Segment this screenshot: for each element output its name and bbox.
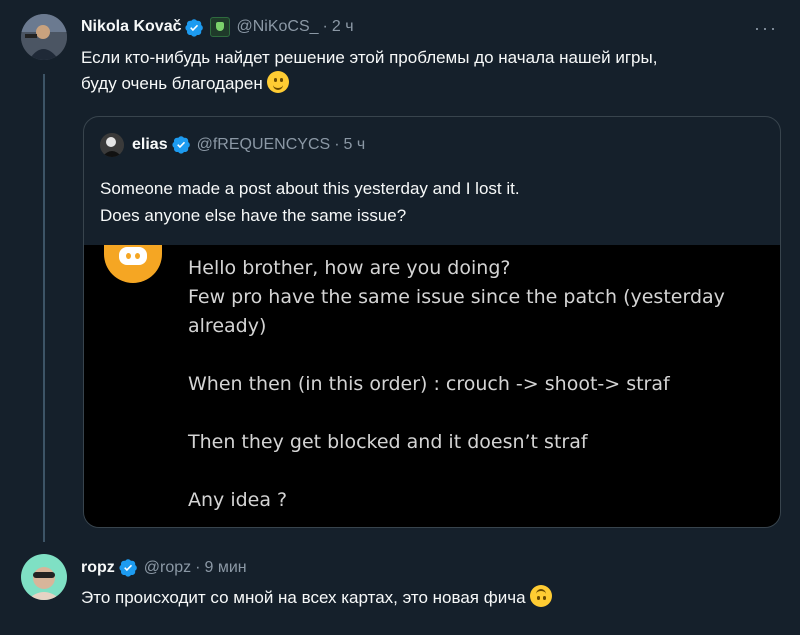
- author-handle[interactable]: @ropz: [144, 559, 191, 577]
- author-handle[interactable]: @NiKoCS_: [236, 18, 318, 36]
- quoted-tweet-header: elias @fREQUENCYCS · 5 ч: [132, 135, 365, 154]
- tweet-nikola[interactable]: Nikola Kovač @NiKoCS_ · 2 ч ··· Если кто…: [0, 0, 800, 540]
- quoted-timestamp[interactable]: 5 ч: [344, 136, 366, 154]
- media-text-line: already): [188, 315, 267, 337]
- author-name[interactable]: Nikola Kovač: [81, 18, 181, 36]
- slightly-smiling-face-icon: [266, 71, 289, 93]
- media-text-line: Hello brother, how are you doing?: [188, 257, 511, 279]
- quoted-tweet[interactable]: elias @fREQUENCYCS · 5 ч Someone made a …: [83, 116, 781, 528]
- quoted-author-handle[interactable]: @fREQUENCYCS: [197, 136, 331, 154]
- tweet-header: ropz @ropz · 9 мин: [81, 558, 247, 577]
- media-text-line: Few pro have the same issue since the pa…: [188, 286, 725, 308]
- avatar[interactable]: [21, 554, 67, 600]
- discord-logo-icon: [104, 245, 162, 283]
- tweet-text-line: Если кто-нибудь найдет решение этой проб…: [81, 48, 658, 67]
- tweet-ropz[interactable]: ropz @ropz · 9 мин Это происходит со мно…: [0, 540, 800, 635]
- tweet-text: Это происходит со мной на всех картах, э…: [81, 585, 552, 611]
- verified-badge-icon: [119, 559, 137, 577]
- tweet-text-line: буду очень благодарен: [81, 74, 263, 93]
- quoted-avatar[interactable]: [100, 133, 124, 157]
- media-text-line: Then they get blocked and it doesn’t str…: [188, 431, 588, 453]
- quoted-text-line: Does anyone else have the same issue?: [100, 206, 407, 225]
- upside-down-face-icon: [529, 585, 552, 607]
- separator-dot: ·: [195, 558, 201, 576]
- verified-badge-icon: [185, 18, 204, 37]
- timestamp[interactable]: 2 ч: [332, 18, 354, 36]
- tweet-text-line-with-emoji: буду очень благодарен: [81, 71, 657, 97]
- affiliate-badge-icon[interactable]: [210, 17, 231, 37]
- quoted-text-line: Someone made a post about this yesterday…: [100, 179, 520, 198]
- author-name[interactable]: ropz: [81, 559, 115, 577]
- quoted-media-image[interactable]: Hello brother, how are you doing? Few pr…: [84, 245, 780, 527]
- verified-badge-icon: [171, 136, 190, 154]
- separator-dot: ·: [334, 135, 340, 153]
- more-options-icon[interactable]: ···: [754, 18, 778, 39]
- media-text-line: Any idea ?: [188, 489, 288, 511]
- tweet-text: Если кто-нибудь найдет решение этой проб…: [81, 45, 657, 97]
- avatar[interactable]: [21, 14, 67, 60]
- quoted-author-name[interactable]: elias: [132, 136, 168, 154]
- quoted-tweet-text: Someone made a post about this yesterday…: [100, 175, 520, 229]
- tweet-text-line: Это происходит со мной на всех картах, э…: [81, 588, 526, 607]
- timestamp[interactable]: 9 мин: [204, 559, 246, 577]
- tweet-header: Nikola Kovač @NiKoCS_ · 2 ч: [81, 17, 354, 37]
- media-text-line: When then (in this order) : crouch -> sh…: [188, 373, 670, 395]
- separator-dot: ·: [322, 18, 328, 35]
